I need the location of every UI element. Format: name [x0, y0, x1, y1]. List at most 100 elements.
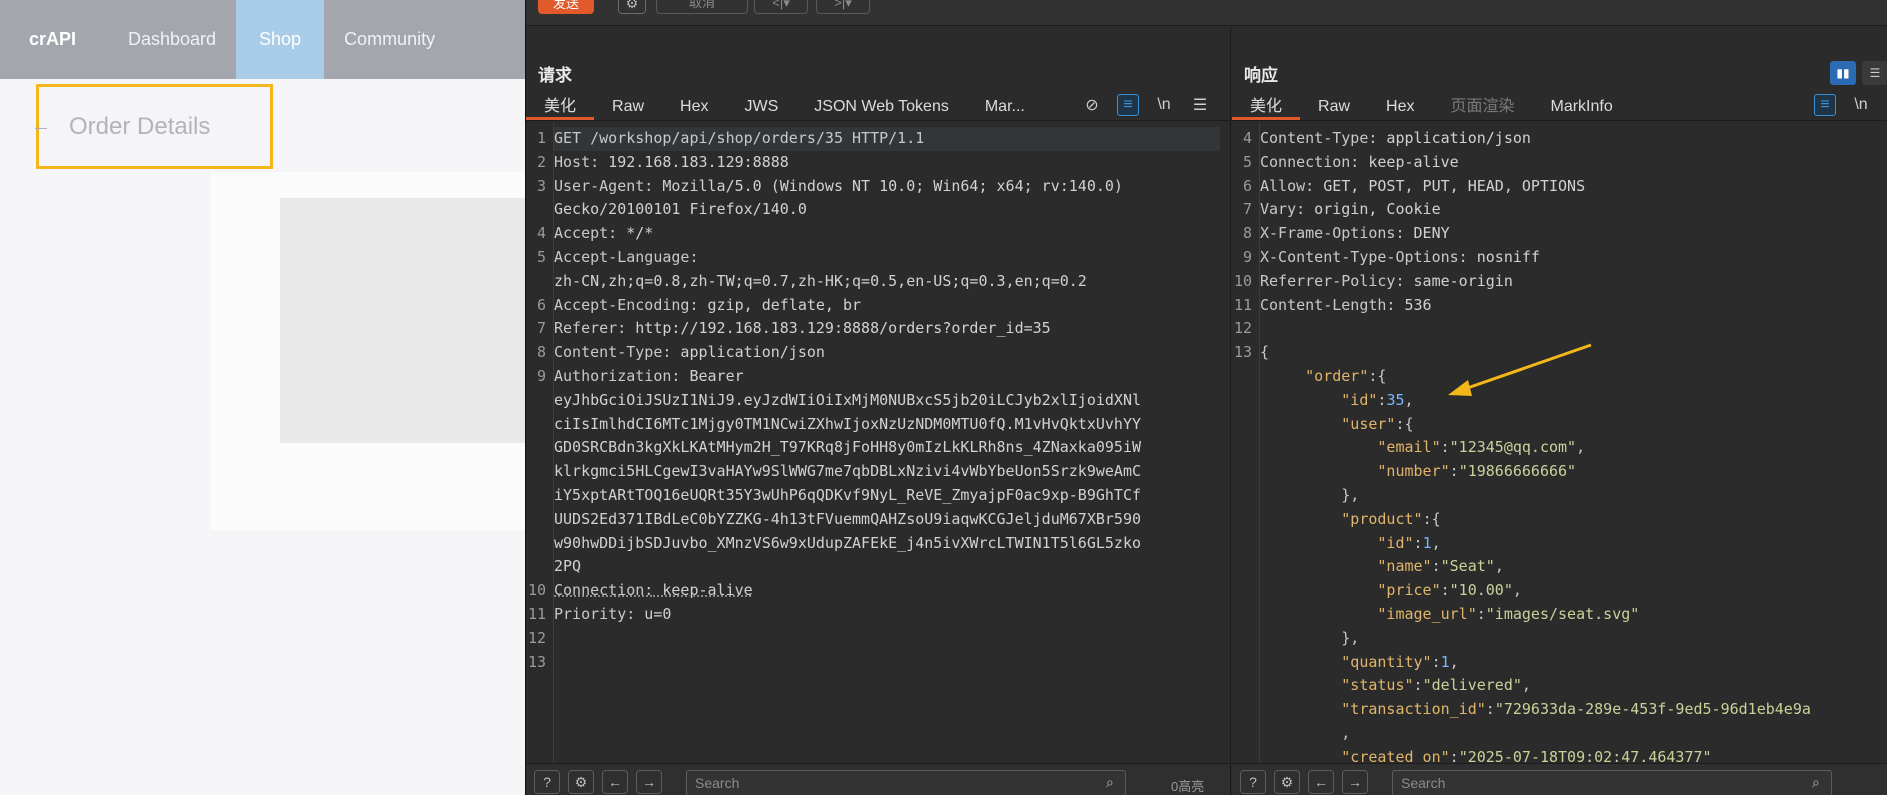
header-value: zh-CN,zh;q=0.8,zh-TW;q=0.7,zh-HK;q=0.5,e… — [554, 271, 1087, 290]
help-icon[interactable]: ? — [534, 770, 560, 794]
json-colon: : — [1413, 676, 1423, 695]
help-icon[interactable]: ? — [1240, 770, 1266, 794]
request-footer: ? ⚙ ← → Search ⌕ 0高亮 — [526, 763, 1230, 795]
send-button[interactable]: 发送 — [538, 0, 594, 14]
response-code[interactable]: 4 Content-Type: application/json 5 Connecti… — [1234, 127, 1878, 763]
response-search-input[interactable]: Search — [1392, 770, 1832, 795]
nav-dashboard[interactable]: Dashboard — [108, 0, 236, 79]
arrow-left-icon[interactable]: ← — [31, 115, 51, 138]
tab-jws[interactable]: JWS — [726, 92, 796, 120]
json-value: :{ — [1395, 414, 1414, 433]
header-name: GET /workshop/api/shop/orders/35 HTTP/1.… — [554, 129, 925, 147]
json-key: "transaction_id" — [1341, 700, 1486, 719]
newline-toggle-icon[interactable]: \n — [1850, 94, 1872, 116]
line-number: 12 — [1234, 319, 1253, 338]
stacked-view-icon[interactable]: ☰ — [1862, 61, 1887, 85]
request-search-input[interactable]: Search — [686, 770, 1126, 795]
json-line: "status":"delivered", — [1260, 674, 1878, 698]
menu-icon[interactable]: ☰ — [1189, 94, 1211, 116]
app-logo[interactable]: crAPI — [0, 29, 108, 50]
gear-icon[interactable]: ⚙ — [618, 0, 646, 14]
eye-slash-icon[interactable]: ⊘ — [1081, 94, 1103, 116]
header-value: origin, Cookie — [1305, 200, 1441, 219]
nav-shop[interactable]: Shop — [236, 0, 325, 79]
json-line: "created_on":"2025-07-18T09:02:47.464377… — [1260, 746, 1878, 763]
history-forward-button[interactable]: >|▾ — [816, 0, 870, 14]
code-line: GD0SRCBdn3kgXkLKAtMHym2H_T97KRq8jFoHH8y0… — [554, 436, 1220, 460]
gear-icon[interactable]: ⚙ — [568, 770, 594, 794]
header-value: 2PQ — [554, 557, 582, 576]
split-view-icon[interactable]: ▮▮ — [1830, 61, 1856, 85]
json-colon: : — [1476, 604, 1486, 623]
burp-repeater: 发送 ⚙ 取消 <|▾ >|▾ 请求 美化 Raw Hex JWS JSON W… — [525, 0, 1887, 795]
json-value: }, — [1341, 628, 1360, 647]
cancel-button[interactable]: 取消 — [656, 0, 748, 14]
json-comma: , — [1404, 390, 1414, 409]
line-number: 4 — [1242, 129, 1252, 147]
json-comma: , — [1449, 652, 1459, 671]
order-details-header: ← Order Details — [31, 84, 273, 169]
json-value: "delivered" — [1422, 676, 1522, 695]
product-image — [280, 198, 550, 443]
wrap-lines-icon[interactable]: ≡ — [1814, 94, 1836, 116]
tab-hex[interactable]: Hex — [662, 92, 726, 120]
line-number: 10 — [528, 581, 547, 600]
header-name: Connection: — [554, 581, 654, 600]
history-back-button[interactable]: <|▾ — [754, 0, 808, 14]
json-colon: : — [1431, 557, 1441, 576]
json-colon: : — [1440, 438, 1450, 457]
json-value: }, — [1341, 485, 1360, 504]
search-icon: ⌕ — [1106, 774, 1114, 790]
arrow-left-icon[interactable]: ← — [1308, 770, 1334, 794]
tab-markinfo[interactable]: MarkInfo — [1533, 92, 1631, 120]
request-code[interactable]: 1 GET /workshop/api/shop/orders/35 HTTP/1… — [528, 127, 1220, 763]
tab-pretty[interactable]: 美化 — [526, 92, 595, 120]
header-value: keep-alive — [1359, 152, 1459, 171]
tab-hex[interactable]: Hex — [1368, 92, 1432, 120]
nav-community[interactable]: Community — [324, 0, 455, 79]
header-name: Allow: — [1260, 176, 1315, 195]
json-line: "email":"12345@qq.com", — [1260, 436, 1878, 460]
json-value: :{ — [1368, 366, 1387, 385]
repeater-toolbar: 发送 ⚙ 取消 <|▾ >|▾ — [526, 0, 1887, 26]
json-key: "product" — [1341, 509, 1423, 528]
response-editor[interactable]: 4 Content-Type: application/json 5 Connecti… — [1232, 123, 1887, 763]
code-line: 13 — [528, 651, 1220, 675]
header-value: application/json — [1377, 129, 1531, 147]
newline-toggle-icon[interactable]: \n — [1153, 94, 1175, 116]
gear-icon[interactable]: ⚙ — [1274, 770, 1300, 794]
json-line: 13 { — [1234, 341, 1878, 365]
json-comma: , — [1521, 676, 1531, 695]
code-line: 11 Content-Length: 536 — [1234, 294, 1878, 318]
header-name: Referrer-Policy: — [1260, 271, 1405, 290]
arrow-left-icon[interactable]: ← — [602, 770, 628, 794]
json-value: "10.00" — [1449, 581, 1513, 600]
tab-pretty[interactable]: 美化 — [1232, 92, 1301, 120]
header-value: 192.168.183.129:8888 — [599, 152, 789, 171]
header-name: Accept: — [554, 224, 618, 243]
tab-raw[interactable]: Raw — [1300, 92, 1368, 120]
line-number: 7 — [536, 319, 546, 338]
arrow-right-icon[interactable]: → — [1342, 770, 1368, 794]
header-value: w90hwDDijbSDJuvbo_XMnzVS6w9xUdupZAFEkE_j… — [554, 533, 1141, 552]
tab-render[interactable]: 页面渲染 — [1432, 92, 1532, 120]
json-comma: , — [1512, 581, 1522, 600]
json-key: "id" — [1341, 390, 1378, 409]
response-footer: ? ⚙ ← → Search ⌕ — [1232, 763, 1887, 795]
json-value: { — [1260, 343, 1270, 362]
tab-more[interactable]: Mar... — [967, 92, 1043, 120]
json-line: }, — [1260, 484, 1878, 508]
code-line: Gecko/20100101 Firefox/140.0 — [554, 198, 1220, 222]
request-editor[interactable]: 1 GET /workshop/api/shop/orders/35 HTTP/1… — [526, 123, 1230, 763]
line-number: 11 — [1234, 295, 1253, 314]
tab-raw[interactable]: Raw — [594, 92, 662, 120]
line-number: 6 — [536, 295, 546, 314]
json-value: 1 — [1440, 652, 1450, 671]
json-line: "quantity":1, — [1260, 651, 1878, 675]
wrap-lines-icon[interactable]: ≡ — [1117, 94, 1139, 116]
json-value: "Seat" — [1440, 557, 1495, 576]
tab-json-web-tokens[interactable]: JSON Web Tokens — [796, 92, 967, 120]
arrow-right-icon[interactable]: → — [636, 770, 662, 794]
code-line: 1 GET /workshop/api/shop/orders/35 HTTP/1… — [537, 127, 1220, 151]
header-name: Vary: — [1260, 200, 1306, 219]
